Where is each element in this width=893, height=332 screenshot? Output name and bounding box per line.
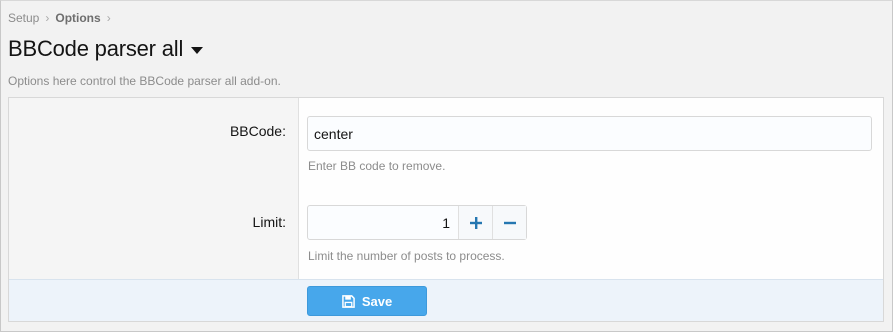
breadcrumb-setup[interactable]: Setup — [8, 11, 39, 25]
floppy-disk-icon — [341, 294, 355, 308]
increment-button[interactable] — [458, 206, 492, 239]
limit-hint: Limit the number of posts to process. — [308, 249, 505, 263]
breadcrumb-separator: › — [45, 11, 50, 25]
page-title-row: BBCode parser all — [8, 36, 204, 62]
limit-input[interactable] — [308, 206, 458, 239]
breadcrumb: Setup › Options › — [8, 11, 111, 25]
plus-icon — [469, 216, 482, 229]
limit-stepper — [307, 205, 527, 240]
form-footer: Save — [9, 279, 883, 321]
save-button-label: Save — [361, 293, 393, 309]
bbcode-input[interactable] — [307, 116, 872, 151]
limit-label: Limit: — [252, 214, 286, 230]
decrement-button[interactable] — [492, 206, 526, 239]
label-column: BBCode: Limit: — [9, 98, 299, 279]
save-button[interactable]: Save — [307, 286, 427, 316]
page-description: Options here control the BBCode parser a… — [8, 74, 281, 88]
minus-icon — [503, 221, 516, 224]
bbcode-label: BBCode: — [229, 123, 286, 139]
caret-down-icon[interactable] — [191, 47, 204, 54]
options-panel: BBCode: Limit: Enter BB code to remove. … — [8, 97, 884, 322]
bbcode-hint: Enter BB code to remove. — [308, 159, 446, 173]
breadcrumb-options[interactable]: Options — [55, 11, 100, 25]
breadcrumb-separator: › — [106, 11, 111, 25]
page-title: BBCode parser all — [8, 36, 184, 61]
